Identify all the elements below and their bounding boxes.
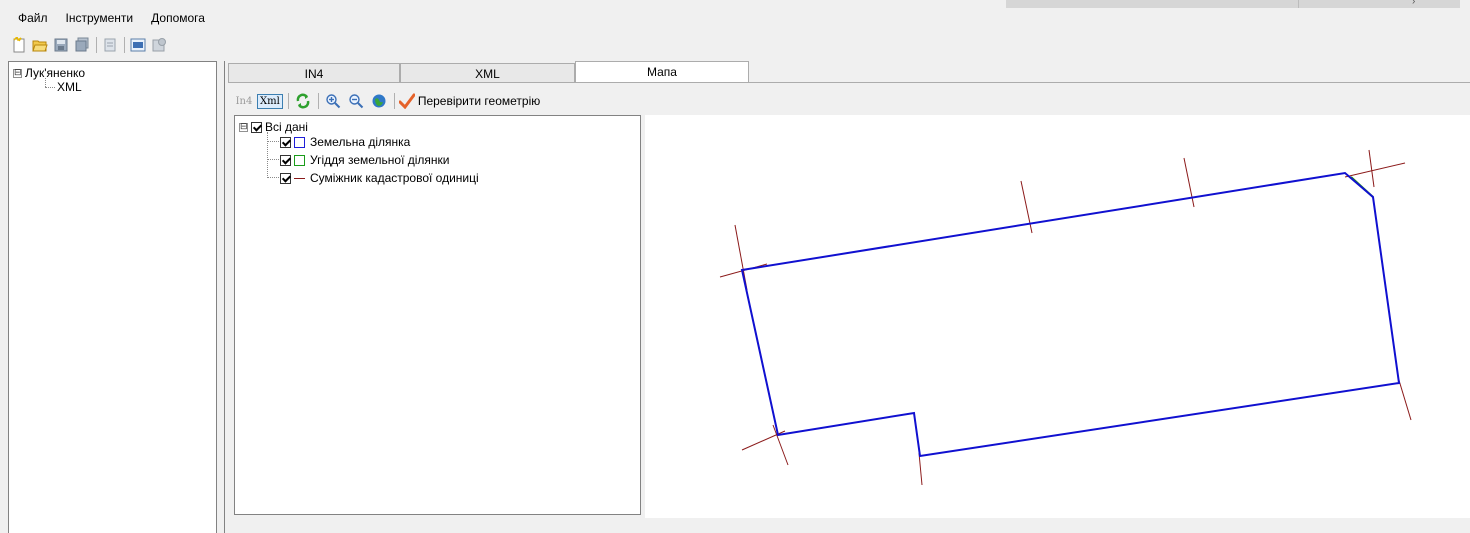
map-toolbar: In4 Xml Перевірити геометрію: [234, 90, 543, 112]
zoom-in-icon[interactable]: [323, 91, 343, 111]
layer-label: Земельна ділянка: [310, 135, 411, 149]
open-folder-icon[interactable]: [31, 36, 49, 54]
tree-node-label[interactable]: XML: [57, 80, 82, 94]
map-status-strip: [229, 518, 1470, 533]
document-icon[interactable]: [101, 36, 119, 54]
neighbor-line: [918, 452, 923, 486]
layer-checkbox[interactable]: [280, 136, 291, 148]
map-canvas[interactable]: [645, 115, 1470, 518]
layer-root-label: Всі дані: [265, 120, 308, 134]
tab-xml[interactable]: XML: [400, 63, 575, 83]
tree-connector: [45, 78, 46, 87]
toolbar-separator: [287, 93, 289, 109]
tab-strip: IN4 XML Мапа: [228, 61, 749, 83]
layer-item-parcel[interactable]: Земельна ділянка: [280, 135, 410, 149]
layer-checkbox[interactable]: [280, 172, 291, 184]
main-toolbar: [10, 34, 171, 56]
window-titlebar-fragment: ›: [1006, 0, 1460, 8]
tab-label: XML: [475, 66, 500, 81]
neighbor-line-icon: [294, 177, 305, 179]
layer-checkbox[interactable]: [280, 154, 291, 166]
xml-import-icon[interactable]: [150, 36, 168, 54]
checkmark-icon: [398, 93, 415, 109]
in4-button[interactable]: In4: [234, 91, 254, 111]
menu-file[interactable]: Файл: [16, 11, 50, 25]
collapse-icon[interactable]: ⊟: [13, 68, 22, 78]
refresh-icon[interactable]: [293, 91, 313, 111]
layer-label: Суміжник кадастрової одиниці: [310, 171, 479, 185]
save-all-icon[interactable]: [73, 36, 91, 54]
layers-panel: ⊟ Всі дані Земельна ділянка Угіддя земел…: [234, 115, 641, 515]
neighbor-line: [772, 424, 789, 466]
layer-item-landuse[interactable]: Угіддя земельної ділянки: [280, 153, 450, 167]
layer-root-checkbox[interactable]: [251, 121, 262, 133]
xml-button[interactable]: Xml: [257, 91, 283, 111]
tree-node-label[interactable]: Лук'яненко: [25, 66, 85, 80]
project-tree: ⊟ Лук'яненко XML: [8, 61, 217, 533]
tree-connector: [267, 141, 279, 142]
layer-label: Угіддя земельної ділянки: [310, 153, 450, 167]
tree-connector: [45, 87, 55, 88]
new-file-icon[interactable]: [10, 36, 28, 54]
map-drawing[interactable]: [645, 115, 1470, 518]
menu-bar: Файл Інструменти Допомога: [0, 8, 221, 28]
chevron-icon[interactable]: ›: [1412, 0, 1415, 7]
tree-connector: [267, 177, 279, 178]
tab-label: Мапа: [647, 65, 677, 79]
toolbar-separator: [96, 37, 97, 53]
neighbor-line: [1368, 149, 1375, 188]
tree-connector: [267, 132, 268, 178]
tree-node-xml[interactable]: XML: [57, 80, 82, 94]
check-geometry-label: Перевірити геометрію: [417, 94, 541, 108]
collapse-icon[interactable]: ⊟: [239, 122, 248, 132]
toolbar-separator: [393, 93, 395, 109]
menu-tools[interactable]: Інструменти: [64, 11, 136, 25]
parcel-square-icon: [294, 136, 305, 148]
tab-label: IN4: [304, 66, 324, 81]
zoom-out-icon[interactable]: [346, 91, 366, 111]
toolbar-separator: [124, 37, 125, 53]
save-icon[interactable]: [52, 36, 70, 54]
layer-item-neighbor[interactable]: Суміжник кадастрової одиниці: [280, 171, 479, 185]
menu-help[interactable]: Допомога: [149, 11, 207, 25]
land-parcel-polygon[interactable]: [740, 171, 1401, 458]
landuse-square-icon: [294, 154, 305, 166]
toolbar-separator: [317, 93, 319, 109]
tree-connector: [267, 159, 279, 160]
check-geometry-button[interactable]: Перевірити геометрію: [398, 91, 541, 111]
tree-node-project[interactable]: ⊟ Лук'яненко: [13, 66, 85, 80]
globe-icon[interactable]: [369, 91, 389, 111]
neighbor-line: [1344, 162, 1406, 178]
tab-map[interactable]: Мапа: [575, 61, 749, 83]
layer-root[interactable]: ⊟ Всі дані: [239, 120, 308, 134]
xml-export-icon[interactable]: [129, 36, 147, 54]
tab-in4[interactable]: IN4: [228, 63, 400, 83]
titlebar-separator: [1298, 0, 1299, 8]
